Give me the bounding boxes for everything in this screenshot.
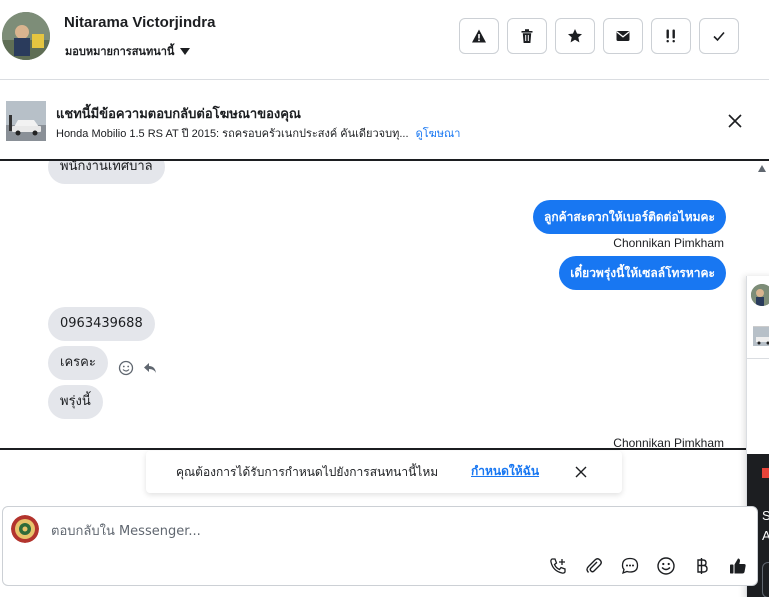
- report-button[interactable]: [459, 18, 499, 54]
- assign-to-me-link[interactable]: กำหนดให้ฉัน: [471, 462, 539, 481]
- ad-banner-title: แชทนี้มีข้อความตอบกลับต่อโฆษณาของคุณ: [56, 107, 301, 122]
- star-button[interactable]: [555, 18, 595, 54]
- close-icon[interactable]: [574, 465, 588, 479]
- notice-text: คุณต้องการได้รับการกำหนดไปยังการสนทนานี้…: [176, 465, 439, 479]
- flag-icon: [762, 468, 769, 478]
- side-popup-text: S A: [762, 508, 769, 543]
- exclamation-icon: [666, 29, 675, 43]
- ad-description-text: Honda Mobilio 1.5 RS AT ปี 2015: รถครอบค…: [56, 128, 409, 140]
- contact-name[interactable]: Nitarama Victorjindra: [64, 14, 215, 31]
- mark-unread-button[interactable]: [603, 18, 643, 54]
- thumbs-up-icon[interactable]: [727, 555, 749, 577]
- ad-banner-description: Honda Mobilio 1.5 RS AT ปี 2015: รถครอบค…: [56, 124, 460, 142]
- ad-thumbnail[interactable]: [6, 101, 46, 141]
- saved-replies-icon[interactable]: [619, 555, 641, 577]
- conversation-header: Nitarama Victorjindra มอบหมายการสนทนานี้: [0, 0, 769, 80]
- baht-payment-icon[interactable]: [691, 555, 713, 577]
- message-actions: [118, 360, 158, 376]
- mark-done-button[interactable]: [699, 18, 739, 54]
- scroll-up-arrow-icon[interactable]: [758, 165, 766, 172]
- check-icon: [713, 31, 725, 42]
- page-avatar: [11, 515, 39, 543]
- message-bubble-incoming[interactable]: พนักงานเทศบาล: [48, 161, 165, 184]
- warning-icon: [472, 29, 486, 43]
- attachment-icon[interactable]: [583, 555, 605, 577]
- inbox-conversation-view: Nitarama Victorjindra มอบหมายการสนทนานี้: [0, 0, 769, 597]
- message-bubble-incoming[interactable]: 0963439688: [48, 307, 155, 341]
- sender-name: Chonnikan Pimkham: [613, 436, 724, 450]
- smiley-react-icon[interactable]: [118, 360, 134, 376]
- assign-label: มอบหมายการสนทนานี้: [65, 45, 175, 58]
- view-ad-link[interactable]: ดูโฆษณา: [416, 128, 461, 140]
- message-bubble-outgoing[interactable]: เดี๋ยวพรุ่งนี้ให้เซลล์โทรหาคะ: [559, 256, 726, 290]
- envelope-icon: [616, 31, 630, 41]
- follow-up-button[interactable]: [651, 18, 691, 54]
- sender-name: Chonnikan Pimkham: [613, 236, 724, 250]
- contact-avatar[interactable]: [2, 12, 50, 60]
- message-bubble-outgoing[interactable]: ลูกค้าสะดวกให้เบอร์ติดต่อไหมคะ: [532, 200, 726, 234]
- reply-composer: [2, 506, 758, 586]
- delete-button[interactable]: [507, 18, 547, 54]
- chevron-down-icon: [180, 47, 191, 55]
- reply-icon[interactable]: [142, 360, 158, 376]
- message-thread[interactable]: พนักงานเทศบาล ลูกค้าสะดวกให้เบอร์ติดต่อไ…: [0, 161, 769, 450]
- assign-conversation-dropdown[interactable]: มอบหมายการสนทนานี้: [65, 42, 191, 60]
- star-icon: [568, 29, 582, 43]
- ad-reply-banner: แชทนี้มีข้อความตอบกลับต่อโฆษณาของคุณ Hon…: [0, 81, 769, 161]
- close-icon[interactable]: [726, 112, 744, 130]
- message-bubble-incoming[interactable]: เครคะ: [48, 346, 108, 380]
- emoji-icon[interactable]: [655, 555, 677, 577]
- side-ad-thumbnail[interactable]: [753, 326, 769, 346]
- assign-to-me-notice: คุณต้องการได้รับการกำหนดไปยังการสนทนานี้…: [146, 451, 622, 493]
- message-bubble-incoming[interactable]: พรุ่งนี้: [48, 385, 103, 419]
- side-divider: [747, 358, 769, 359]
- reply-input[interactable]: [51, 519, 731, 543]
- trash-icon: [521, 29, 533, 43]
- add-phone-icon[interactable]: [547, 555, 569, 577]
- side-popup-button[interactable]: [762, 562, 769, 597]
- composer-tools: [547, 555, 749, 577]
- side-contact-avatar[interactable]: [751, 284, 769, 306]
- header-actions: [459, 18, 739, 54]
